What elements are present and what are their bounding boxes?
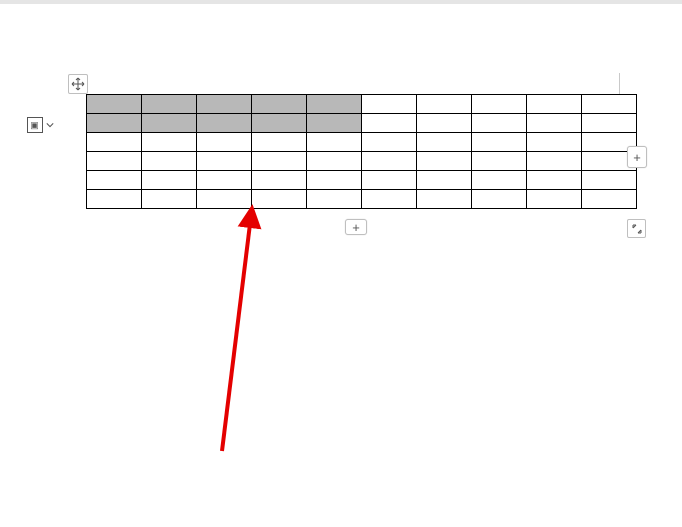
table-move-handle[interactable] — [68, 74, 88, 94]
table-cell[interactable] — [417, 190, 472, 209]
table-cell[interactable] — [472, 114, 527, 133]
table-cell[interactable] — [417, 114, 472, 133]
table-cell[interactable] — [527, 171, 582, 190]
table-cell[interactable] — [582, 95, 637, 114]
editable-table[interactable] — [86, 94, 637, 209]
table-cell[interactable] — [527, 114, 582, 133]
table-cell[interactable] — [307, 114, 362, 133]
table-cell[interactable] — [307, 95, 362, 114]
table-cell[interactable] — [472, 190, 527, 209]
plus-icon: + — [633, 151, 641, 164]
table-cell[interactable] — [307, 190, 362, 209]
table-cell[interactable] — [87, 171, 142, 190]
plus-icon: + — [352, 221, 360, 234]
table-cell[interactable] — [362, 133, 417, 152]
table-cell[interactable] — [252, 152, 307, 171]
table-cell[interactable] — [527, 95, 582, 114]
table-cell[interactable] — [362, 171, 417, 190]
table-cell[interactable] — [197, 133, 252, 152]
table-cell[interactable] — [307, 171, 362, 190]
table-inline-icon: ▣ — [27, 117, 43, 133]
annotation-arrow — [0, 4, 682, 527]
table-cell[interactable] — [252, 171, 307, 190]
table-resize-handle[interactable] — [627, 219, 646, 238]
table-cell[interactable] — [362, 114, 417, 133]
table-cell[interactable] — [87, 95, 142, 114]
table-cell[interactable] — [87, 190, 142, 209]
table-cell[interactable] — [142, 95, 197, 114]
table-cell[interactable] — [472, 95, 527, 114]
table-cell[interactable] — [142, 190, 197, 209]
table-cell[interactable] — [582, 171, 637, 190]
table-cell[interactable] — [527, 152, 582, 171]
table-cell[interactable] — [472, 152, 527, 171]
table-cell[interactable] — [472, 133, 527, 152]
table-cell[interactable] — [87, 114, 142, 133]
table-cell[interactable] — [197, 152, 252, 171]
table-cell[interactable] — [417, 171, 472, 190]
table-cell[interactable] — [142, 152, 197, 171]
table-cell[interactable] — [87, 152, 142, 171]
table-cell[interactable] — [527, 133, 582, 152]
table-cell[interactable] — [417, 152, 472, 171]
table-cell[interactable] — [307, 133, 362, 152]
table-cell[interactable] — [252, 95, 307, 114]
table-cell[interactable] — [362, 95, 417, 114]
table-cell[interactable] — [252, 190, 307, 209]
table-cell[interactable] — [142, 171, 197, 190]
chevron-down-icon — [46, 121, 54, 129]
table-cell[interactable] — [142, 114, 197, 133]
resize-diagonal-icon — [631, 223, 643, 235]
table-cell[interactable] — [252, 114, 307, 133]
table-cell[interactable] — [417, 133, 472, 152]
table-cell[interactable] — [307, 152, 362, 171]
table-cell[interactable] — [582, 114, 637, 133]
table-cell[interactable] — [142, 133, 197, 152]
table-cell[interactable] — [417, 95, 472, 114]
table-layout-options-button[interactable]: ▣ — [26, 116, 54, 134]
table-cell[interactable] — [527, 190, 582, 209]
table-cell[interactable] — [582, 190, 637, 209]
table-cell[interactable] — [197, 171, 252, 190]
table-cell[interactable] — [252, 133, 307, 152]
move-icon — [71, 77, 85, 91]
table-cell[interactable] — [87, 133, 142, 152]
table-cell[interactable] — [197, 114, 252, 133]
document-canvas[interactable]: ▣ + + — [0, 4, 682, 527]
table-cell[interactable] — [197, 95, 252, 114]
add-column-button[interactable]: + — [627, 146, 647, 168]
table-cell[interactable] — [362, 152, 417, 171]
table-cell[interactable] — [472, 171, 527, 190]
add-row-button[interactable]: + — [345, 219, 367, 235]
table-cell[interactable] — [362, 190, 417, 209]
table-cell[interactable] — [197, 190, 252, 209]
